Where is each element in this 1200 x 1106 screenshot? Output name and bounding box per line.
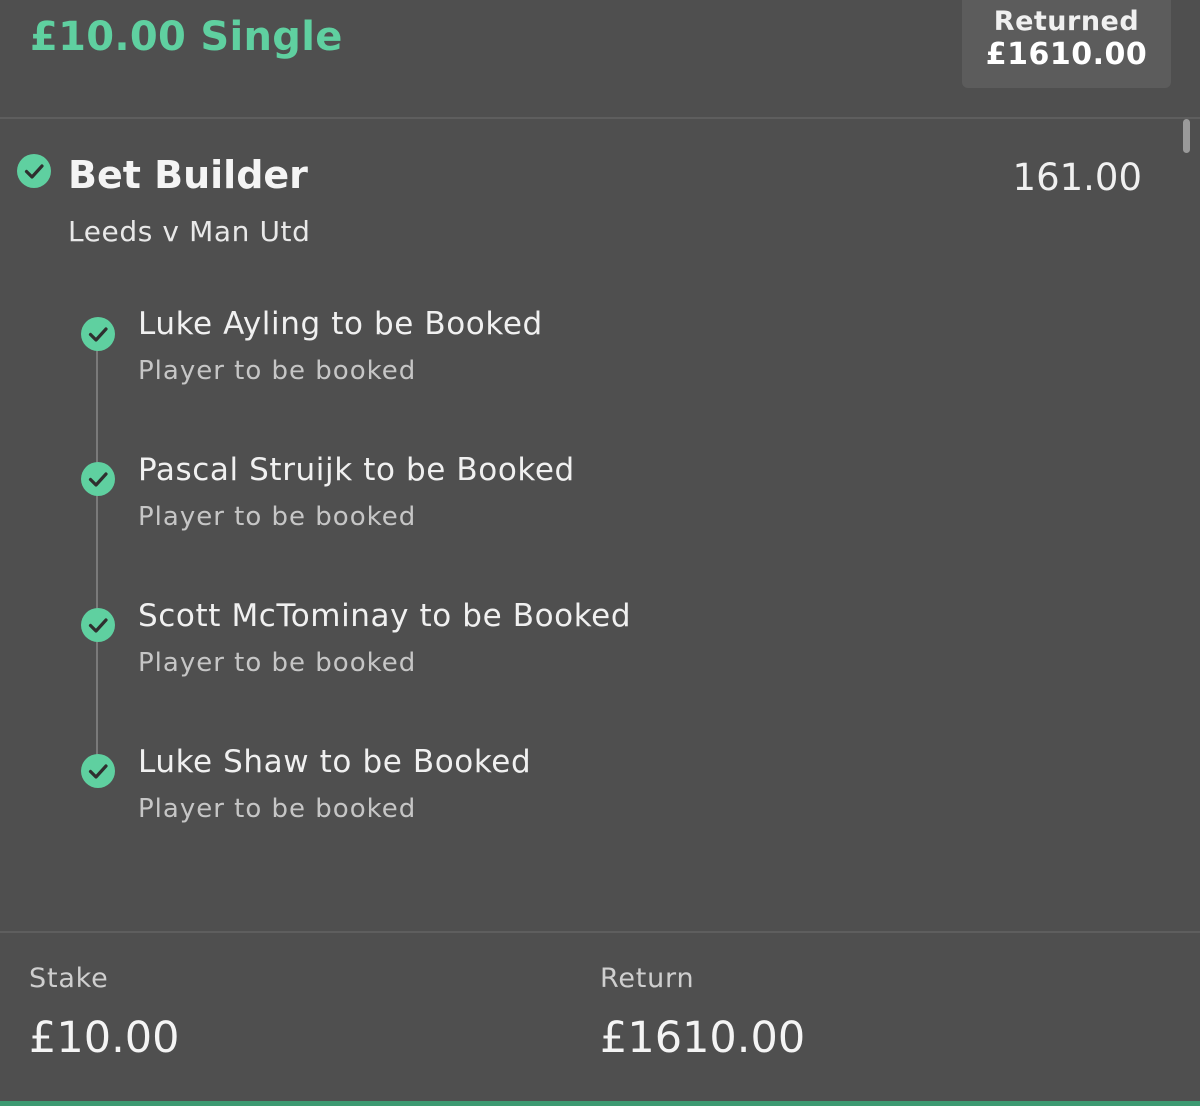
- returned-label: Returned: [993, 6, 1140, 37]
- leg-market: Player to be booked: [138, 356, 417, 386]
- returned-badge: Returned £1610.00: [962, 0, 1171, 88]
- check-circle-icon: [81, 754, 115, 788]
- leg-title: Luke Shaw to be Booked: [138, 744, 532, 780]
- returned-amount: £1610.00: [985, 37, 1148, 72]
- bottom-accent-bar: [0, 1101, 1200, 1106]
- legs-connector-line: [96, 335, 98, 769]
- stake-label: Stake: [29, 963, 109, 994]
- leg-market: Player to be booked: [138, 648, 417, 678]
- check-circle-icon: [17, 154, 51, 188]
- check-circle-icon: [81, 317, 115, 351]
- stake-value: £10.00: [29, 1013, 180, 1063]
- header-divider: [0, 117, 1200, 119]
- return-value: £1610.00: [600, 1013, 806, 1063]
- leg-title: Scott McTominay to be Booked: [138, 598, 632, 634]
- odds-value: 161.00: [1012, 156, 1142, 199]
- bet-title: £10.00 Single: [30, 14, 343, 60]
- check-circle-icon: [81, 462, 115, 496]
- event-name: Leeds v Man Utd: [68, 215, 311, 248]
- footer-divider: [0, 931, 1200, 933]
- return-label: Return: [600, 963, 695, 994]
- leg-market: Player to be booked: [138, 794, 417, 824]
- market-name: Bet Builder: [68, 153, 308, 197]
- leg-title: Luke Ayling to be Booked: [138, 306, 543, 342]
- scrollbar[interactable]: [1183, 119, 1190, 153]
- check-circle-icon: [81, 608, 115, 642]
- leg-market: Player to be booked: [138, 502, 417, 532]
- leg-title: Pascal Struijk to be Booked: [138, 452, 575, 488]
- bet-receipt: £10.00 Single Returned £1610.00 Bet Buil…: [0, 0, 1200, 1106]
